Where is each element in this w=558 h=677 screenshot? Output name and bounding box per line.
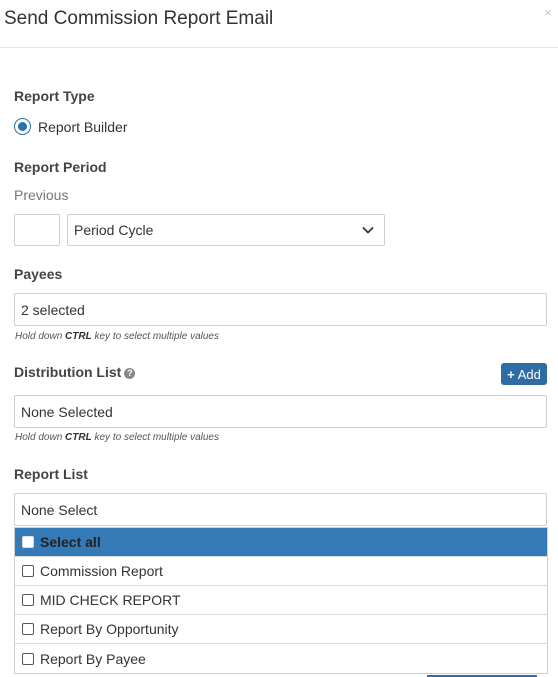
add-distribution-button[interactable]: + Add	[501, 363, 547, 385]
period-number-input[interactable]	[14, 214, 60, 246]
modal-title: Send Commission Report Email	[4, 8, 274, 29]
plus-icon: +	[507, 366, 515, 382]
option-label: Select all	[40, 534, 101, 550]
chevron-down-icon	[362, 226, 374, 234]
checkbox[interactable]	[22, 536, 34, 548]
checkbox[interactable]	[22, 594, 34, 606]
report-builder-radio-option[interactable]: Report Builder	[14, 118, 128, 135]
report-option-commission-report[interactable]: Commission Report	[15, 557, 547, 586]
report-list-dropdown: Select all Commission Report MID CHECK R…	[14, 527, 548, 674]
radio-button[interactable]	[14, 118, 31, 135]
select-all-option[interactable]: Select all	[15, 528, 547, 557]
payees-label: Payees	[14, 266, 63, 282]
report-option-report-by-payee[interactable]: Report By Payee	[15, 644, 547, 673]
radio-selected-dot	[18, 122, 27, 131]
radio-label: Report Builder	[38, 118, 128, 135]
period-cycle-select[interactable]: Period Cycle	[67, 214, 385, 246]
distribution-list-value: None Selected	[21, 403, 113, 420]
checkbox[interactable]	[22, 652, 34, 665]
payees-hint: Hold down CTRL key to select multiple va…	[15, 331, 219, 342]
checkbox[interactable]	[22, 623, 34, 635]
report-list-value: None Select	[21, 501, 98, 518]
payees-value: 2 selected	[21, 301, 85, 318]
report-list-label: Report List	[14, 466, 88, 482]
option-label: Report By Opportunity	[40, 621, 179, 637]
checkbox[interactable]	[22, 565, 34, 577]
report-option-report-by-opportunity[interactable]: Report By Opportunity	[15, 615, 547, 644]
report-list-multiselect[interactable]: None Select	[14, 493, 547, 526]
report-type-label: Report Type	[14, 88, 95, 104]
option-label: Report By Payee	[40, 650, 146, 667]
period-cycle-value: Period Cycle	[74, 222, 154, 238]
modal-header: Send Commission Report Email ×	[0, 0, 558, 48]
question-circle-icon[interactable]: ?	[124, 368, 136, 379]
previous-label: Previous	[14, 187, 69, 203]
report-option-mid-check-report[interactable]: MID CHECK REPORT	[15, 586, 547, 615]
distribution-list-hint: Hold down CTRL key to select multiple va…	[15, 432, 219, 443]
distribution-list-multiselect[interactable]: None Selected	[14, 395, 547, 428]
add-button-label: Add	[517, 366, 541, 382]
option-label: MID CHECK REPORT	[40, 592, 181, 608]
distribution-list-label: Distribution List?	[14, 364, 136, 380]
payees-multiselect[interactable]: 2 selected	[14, 293, 547, 326]
report-period-label: Report Period	[14, 159, 107, 175]
close-icon[interactable]: ×	[544, 6, 552, 20]
option-label: Commission Report	[40, 563, 163, 579]
